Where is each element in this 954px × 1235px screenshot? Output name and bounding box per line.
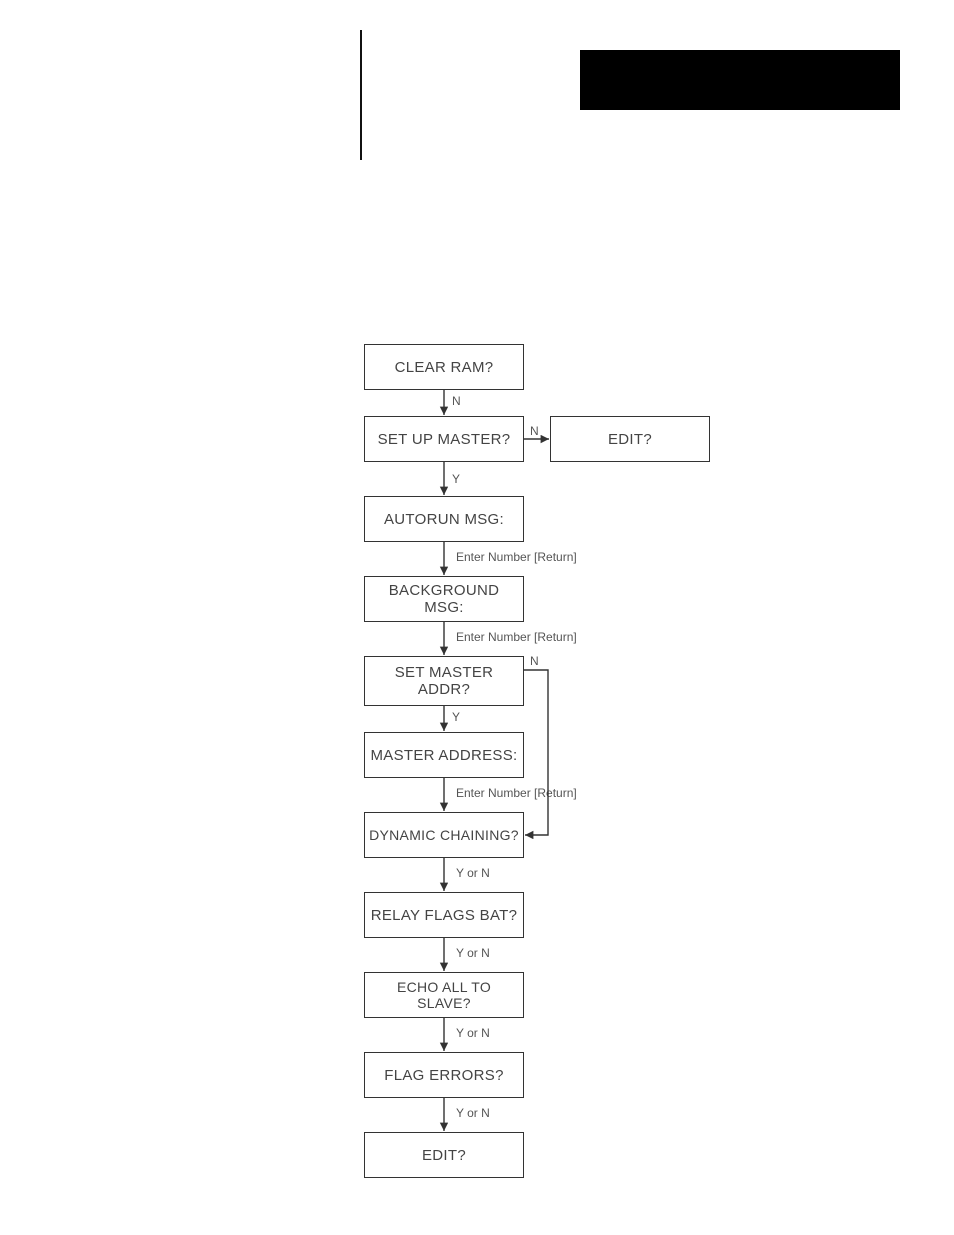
title-block: [580, 50, 900, 110]
node-dynamic-chaining: DYNAMIC CHAINING?: [364, 812, 524, 858]
label-enter-background: Enter Number [Return]: [456, 630, 577, 644]
page: CLEAR RAM? SET UP MASTER? EDIT? AUTORUN …: [0, 0, 954, 1235]
node-relay-flags: RELAY FLAGS BAT?: [364, 892, 524, 938]
label-yn-flag: Y or N: [456, 1106, 490, 1120]
label-y-setup-master: Y: [452, 472, 460, 486]
label-n-setup-master: N: [530, 424, 539, 438]
label-yn-dynamic: Y or N: [456, 866, 490, 880]
label-yn-relay: Y or N: [456, 946, 490, 960]
label-n-clear-ram: N: [452, 394, 461, 408]
label-enter-master-address: Enter Number [Return]: [456, 786, 577, 800]
node-setup-master: SET UP MASTER?: [364, 416, 524, 462]
node-flag-errors: FLAG ERRORS?: [364, 1052, 524, 1098]
label-enter-autorun: Enter Number [Return]: [456, 550, 577, 564]
node-set-master-addr: SET MASTER ADDR?: [364, 656, 524, 706]
label-y-set-master-addr: Y: [452, 710, 460, 724]
node-echo-slave: ECHO ALL TO SLAVE?: [364, 972, 524, 1018]
top-divider: [360, 30, 362, 160]
label-n-set-master-addr: N: [530, 654, 539, 668]
node-autorun: AUTORUN MSG:: [364, 496, 524, 542]
node-master-address: MASTER ADDRESS:: [364, 732, 524, 778]
node-background: BACKGROUND MSG:: [364, 576, 524, 622]
label-yn-echo: Y or N: [456, 1026, 490, 1040]
node-edit-bottom: EDIT?: [364, 1132, 524, 1178]
node-clear-ram: CLEAR RAM?: [364, 344, 524, 390]
node-edit-right: EDIT?: [550, 416, 710, 462]
